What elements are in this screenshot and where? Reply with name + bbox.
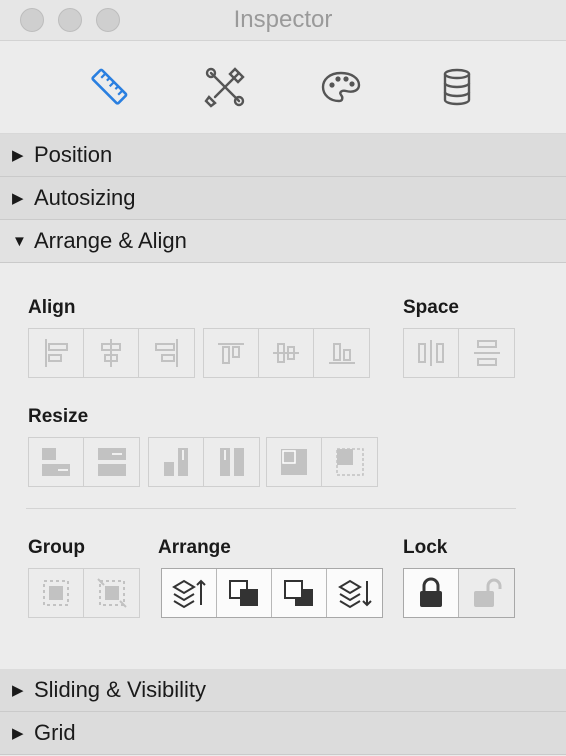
bring-forward-icon [229, 580, 258, 606]
section-position-header[interactable]: ▶ Position [0, 134, 566, 177]
section-grid-header[interactable]: ▶ Grid [0, 712, 566, 755]
tab-size[interactable] [80, 58, 138, 116]
arrange-controls [161, 568, 383, 618]
resize-to-min-size-button[interactable] [267, 438, 322, 486]
group-button[interactable] [29, 569, 84, 617]
align-bottom-icon [328, 343, 355, 364]
section-label: Arrange & Align [34, 228, 187, 253]
inspector-tabs [0, 41, 566, 133]
ungroup-button[interactable] [84, 569, 139, 617]
resize-min-height-icon [164, 448, 188, 476]
resize-max-height-button[interactable] [204, 438, 259, 486]
lock-controls [403, 568, 515, 618]
close-window-button[interactable] [20, 8, 44, 32]
title-bar: Inspector [0, 0, 566, 41]
disclosure-closed-icon: ▶ [12, 725, 24, 742]
space-group [403, 328, 515, 378]
send-backward-icon [284, 580, 313, 606]
resize-to-min-size-icon [281, 449, 307, 475]
align-top-button[interactable] [204, 329, 259, 377]
align-right-button[interactable] [139, 329, 194, 377]
align-center-horizontal-icon [101, 339, 121, 367]
inspector-sections: ▶ Position ▶ Autosizing ▼ Arrange & Alig… [0, 133, 566, 755]
align-top-icon [218, 343, 244, 364]
align-bottom-button[interactable] [314, 329, 369, 377]
space-vertical-button[interactable] [459, 329, 514, 377]
align-left-button[interactable] [29, 329, 84, 377]
disclosure-open-icon: ▼ [12, 232, 27, 250]
ruler-icon [91, 68, 128, 105]
align-horizontal-group [28, 328, 195, 378]
resize-size-group [266, 437, 378, 487]
resize-max-width-icon [97, 448, 126, 476]
send-backward-button[interactable] [272, 569, 327, 617]
align-vertical-group [203, 328, 370, 378]
space-label: Space [403, 297, 459, 318]
palette-icon [321, 71, 361, 103]
align-right-icon [154, 339, 178, 367]
tab-appearance[interactable] [312, 58, 370, 116]
send-to-back-icon [337, 579, 372, 609]
disclosure-closed-icon: ▶ [12, 190, 24, 207]
bring-to-front-icon [172, 579, 206, 609]
inspector-window: Inspector ▶ Position ▶ Autosizing ▼ Arra… [0, 0, 566, 756]
resize-max-height-icon [219, 448, 244, 476]
resize-to-max-size-icon [335, 448, 364, 476]
section-label: Sliding & Visibility [34, 677, 207, 702]
resize-min-height-button[interactable] [149, 438, 204, 486]
lock-button[interactable] [404, 569, 459, 617]
window-controls [20, 8, 120, 32]
resize-height-group [148, 437, 260, 487]
section-arrange-align-header[interactable]: ▼ Arrange & Align [0, 220, 566, 263]
resize-max-width-button[interactable] [84, 438, 139, 486]
section-label: Position [34, 142, 113, 167]
lock-label: Lock [403, 537, 448, 558]
align-middle-button[interactable] [259, 329, 314, 377]
lock-icon [420, 577, 442, 607]
section-autosizing-header[interactable]: ▶ Autosizing [0, 177, 566, 220]
zoom-window-button[interactable] [96, 8, 120, 32]
tab-tools[interactable] [196, 58, 254, 116]
bring-to-front-button[interactable] [162, 569, 217, 617]
ungroup-icon [96, 578, 127, 608]
align-center-horizontal-button[interactable] [84, 329, 139, 377]
align-middle-icon [273, 343, 299, 363]
tab-data[interactable] [428, 58, 486, 116]
divider [26, 508, 516, 509]
resize-label: Resize [28, 406, 89, 427]
align-label: Align [28, 297, 76, 318]
arrange-align-panel: Align Space Resize Group Arrange Lock [0, 263, 566, 669]
arrange-label: Arrange [158, 537, 231, 558]
tools-icon [204, 67, 245, 108]
space-vertical-icon [473, 340, 500, 366]
section-sliding-visibility-header[interactable]: ▶ Sliding & Visibility [0, 669, 566, 712]
send-to-back-button[interactable] [327, 569, 382, 617]
disclosure-closed-icon: ▶ [12, 147, 24, 164]
space-horizontal-button[interactable] [404, 329, 459, 377]
section-label: Grid [34, 720, 76, 745]
group-controls [28, 568, 140, 618]
bring-forward-button[interactable] [217, 569, 272, 617]
unlock-button[interactable] [459, 569, 514, 617]
resize-width-group [28, 437, 140, 487]
section-label: Autosizing [34, 185, 136, 210]
space-horizontal-icon [418, 340, 444, 366]
resize-min-width-button[interactable] [29, 438, 84, 486]
disclosure-closed-icon: ▶ [12, 682, 24, 699]
group-label: Group [28, 537, 85, 558]
resize-to-max-size-button[interactable] [322, 438, 377, 486]
resize-min-width-icon [42, 448, 70, 476]
database-icon [443, 68, 471, 106]
minimize-window-button[interactable] [58, 8, 82, 32]
align-left-icon [45, 339, 68, 367]
unlock-icon [473, 578, 501, 607]
group-icon [43, 580, 69, 606]
